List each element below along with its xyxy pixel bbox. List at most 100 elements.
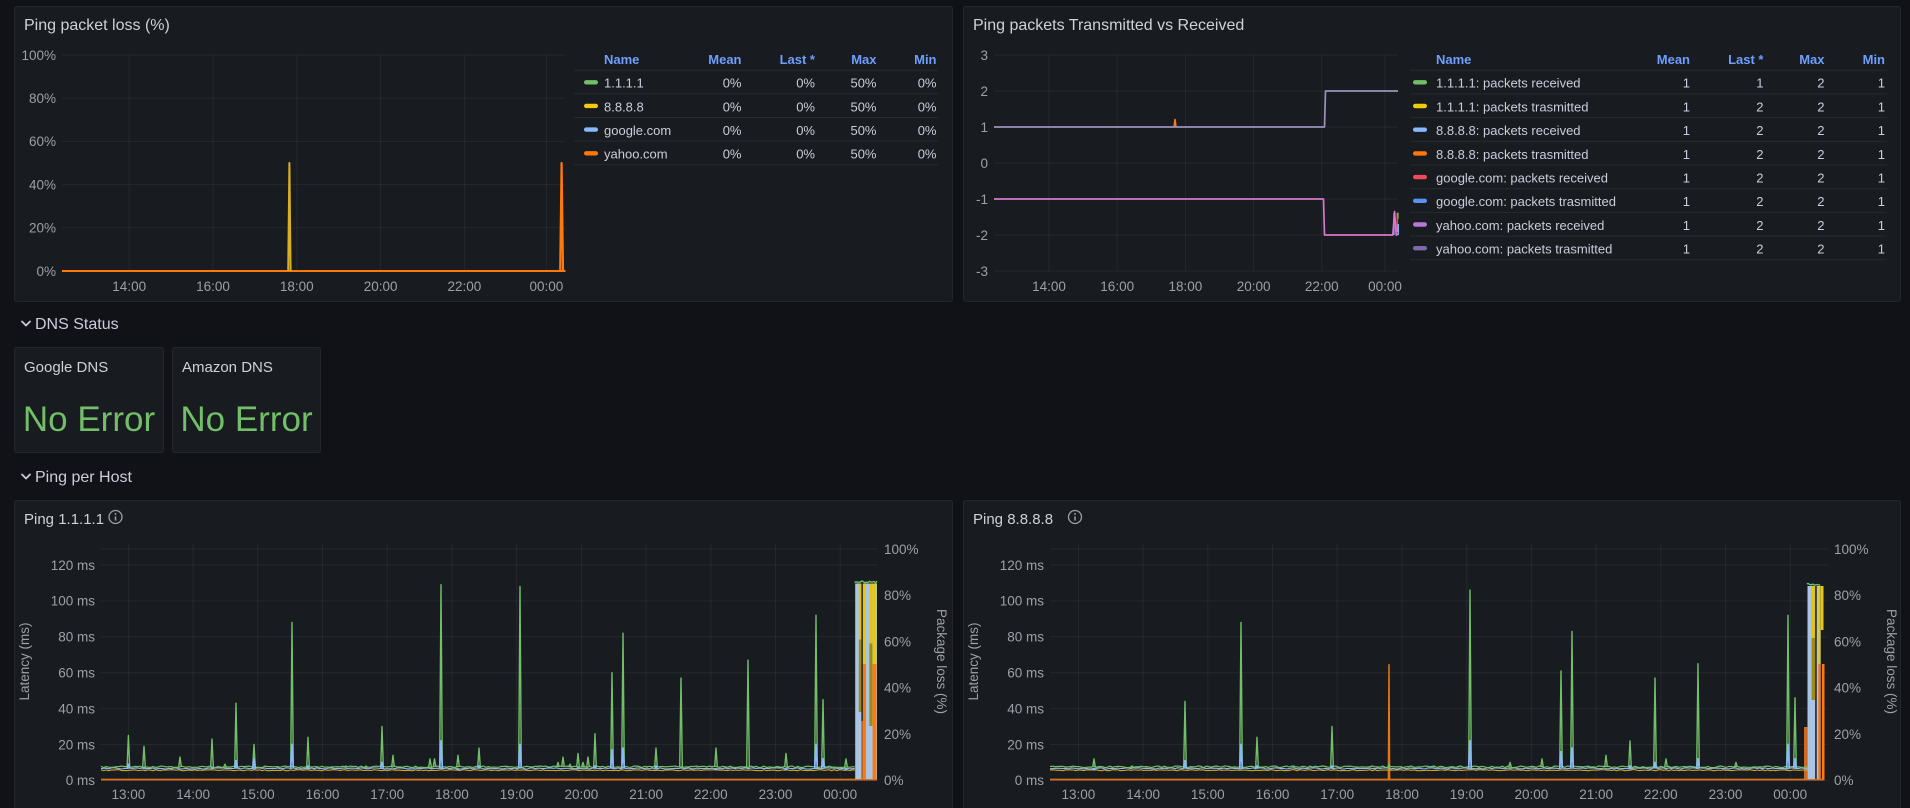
svg-text:1: 1 [1878,76,1885,91]
svg-text:60%: 60% [29,134,56,149]
svg-text:1: 1 [1683,76,1690,91]
svg-text:40%: 40% [884,681,911,696]
svg-text:80 ms: 80 ms [58,630,95,645]
svg-text:80%: 80% [1834,588,1861,603]
svg-text:Ping per Host: Ping per Host [35,469,132,486]
svg-text:google.com: packets received: google.com: packets received [1436,171,1608,186]
svg-text:16:00: 16:00 [1256,787,1290,802]
svg-text:22:00: 22:00 [448,279,482,294]
svg-text:22:00: 22:00 [1305,279,1339,294]
svg-text:Ping 8.8.8.8: Ping 8.8.8.8 [973,511,1053,528]
svg-text:14:00: 14:00 [1126,787,1160,802]
svg-text:Min: Min [914,52,936,67]
svg-text:14:00: 14:00 [176,787,210,802]
svg-text:00:00: 00:00 [1773,787,1807,802]
svg-text:2: 2 [980,84,988,99]
svg-text:2: 2 [1817,123,1824,138]
svg-text:0%: 0% [36,264,56,279]
svg-text:8.8.8.8: packets trasmitted: 8.8.8.8: packets trasmitted [1436,147,1588,162]
svg-text:0%: 0% [723,123,742,138]
svg-text:60 ms: 60 ms [1007,666,1044,681]
svg-text:2: 2 [1817,218,1824,233]
svg-text:60%: 60% [1834,634,1861,649]
svg-text:1: 1 [1683,194,1690,209]
svg-text:1: 1 [1878,171,1885,186]
svg-text:0%: 0% [796,123,815,138]
svg-text:100 ms: 100 ms [1000,594,1045,609]
svg-text:13:00: 13:00 [112,787,146,802]
svg-text:50%: 50% [850,147,876,162]
svg-text:21:00: 21:00 [1579,787,1613,802]
svg-text:Mean: Mean [708,52,741,67]
svg-text:1: 1 [1683,99,1690,114]
svg-text:0%: 0% [723,76,742,91]
svg-text:23:00: 23:00 [1709,787,1743,802]
svg-text:16:00: 16:00 [196,279,230,294]
svg-text:0: 0 [980,156,988,171]
svg-text:Google DNS: Google DNS [24,359,108,376]
svg-text:18:00: 18:00 [1169,279,1203,294]
svg-text:DNS Status: DNS Status [35,316,119,333]
svg-text:No Error: No Error [180,400,313,439]
svg-text:40 ms: 40 ms [1007,701,1044,716]
svg-text:1: 1 [980,120,988,135]
svg-text:2: 2 [1756,147,1763,162]
svg-text:Latency (ms): Latency (ms) [966,622,981,700]
svg-text:20:00: 20:00 [1515,787,1549,802]
svg-text:15:00: 15:00 [1191,787,1225,802]
svg-text:20:00: 20:00 [364,279,398,294]
svg-text:20 ms: 20 ms [1007,737,1044,752]
svg-text:-1: -1 [976,192,988,207]
svg-text:13:00: 13:00 [1062,787,1096,802]
svg-text:2: 2 [1756,123,1763,138]
svg-text:0%: 0% [723,147,742,162]
svg-text:2: 2 [1756,218,1763,233]
svg-text:google.com: google.com [604,123,671,138]
svg-text:19:00: 19:00 [500,787,534,802]
svg-text:2: 2 [1817,194,1824,209]
svg-text:yahoo.com: packets trasmitted: yahoo.com: packets trasmitted [1436,242,1612,257]
svg-text:1: 1 [1878,147,1885,162]
svg-text:18:00: 18:00 [280,279,314,294]
svg-text:16:00: 16:00 [306,787,340,802]
svg-text:2: 2 [1756,194,1763,209]
svg-text:20%: 20% [1834,727,1861,742]
svg-text:0 ms: 0 ms [1015,773,1045,788]
svg-text:100%: 100% [884,542,919,557]
svg-text:22:00: 22:00 [1644,787,1678,802]
svg-text:Min: Min [1863,52,1885,67]
svg-text:1: 1 [1683,123,1690,138]
svg-text:1: 1 [1878,123,1885,138]
svg-text:60%: 60% [884,634,911,649]
svg-text:100 ms: 100 ms [51,594,96,609]
svg-text:80%: 80% [29,91,56,106]
svg-text:0 ms: 0 ms [66,773,96,788]
svg-text:40%: 40% [29,177,56,192]
svg-text:2: 2 [1817,171,1824,186]
svg-text:0%: 0% [796,99,815,114]
svg-text:100%: 100% [21,48,56,63]
svg-text:2: 2 [1756,171,1763,186]
svg-text:2: 2 [1756,99,1763,114]
svg-text:50%: 50% [850,123,876,138]
svg-text:21:00: 21:00 [629,787,663,802]
svg-text:1.1.1.1: packets received: 1.1.1.1: packets received [1436,76,1581,91]
svg-text:00:00: 00:00 [530,279,564,294]
svg-text:2: 2 [1817,147,1824,162]
svg-text:00:00: 00:00 [823,787,857,802]
svg-text:120 ms: 120 ms [1000,558,1045,573]
svg-text:-3: -3 [976,264,988,279]
svg-text:yahoo.com: yahoo.com [604,147,668,162]
svg-text:Max: Max [1799,52,1825,67]
svg-text:20 ms: 20 ms [58,737,95,752]
svg-text:100%: 100% [1834,542,1869,557]
svg-text:Mean: Mean [1657,52,1690,67]
svg-text:google.com: packets trasmitted: google.com: packets trasmitted [1436,194,1616,209]
svg-text:80 ms: 80 ms [1007,630,1044,645]
svg-text:20%: 20% [884,727,911,742]
svg-text:23:00: 23:00 [759,787,793,802]
svg-text:50%: 50% [850,99,876,114]
svg-text:22:00: 22:00 [694,787,728,802]
svg-text:0%: 0% [884,773,904,788]
svg-text:0%: 0% [918,123,937,138]
